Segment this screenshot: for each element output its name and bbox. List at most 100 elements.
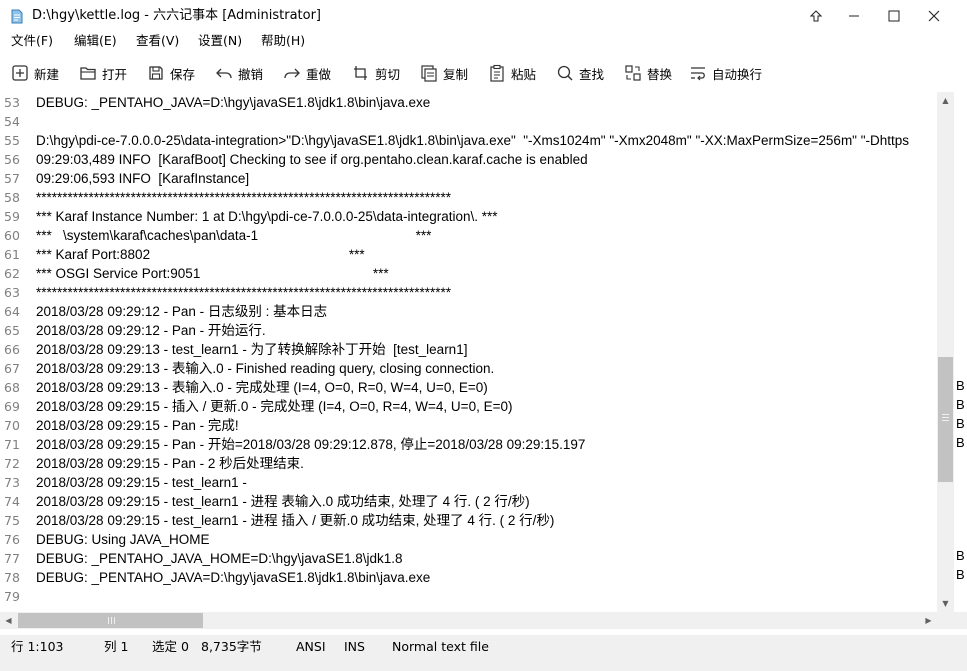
text-line[interactable]: 2018/03/28 09:29:13 - test_learn1 - 为了转换… [36, 340, 467, 359]
text-line[interactable]: ****************************************… [36, 188, 451, 207]
text-line[interactable]: 2018/03/28 09:29:15 - Pan - 完成! [36, 416, 239, 435]
copy-button[interactable]: 复制 [420, 62, 468, 84]
text-line[interactable]: *** Karaf Port:8802 *** [36, 245, 365, 264]
line-number: 77 [4, 551, 20, 566]
text-line[interactable]: 2018/03/28 09:29:15 - test_learn1 - [36, 473, 247, 492]
new-file-icon [12, 65, 28, 81]
edge-char: B [956, 435, 965, 450]
line-number: 64 [4, 304, 20, 319]
text-line[interactable]: D:\hgy\pdi-ce-7.0.0.0-25\data-integratio… [36, 131, 909, 150]
line-number: 63 [4, 285, 20, 300]
scrollbar-corner [937, 612, 967, 629]
edge-char: B [956, 378, 965, 393]
line-number: 79 [4, 589, 20, 604]
text-line[interactable]: 2018/03/28 09:29:15 - Pan - 2 秒后处理结束. [36, 454, 304, 473]
line-number-gutter: 53 54 55 56 57 58 59 60 61 62 63 64 65 66 67 68 69 70 71 72… [0, 92, 30, 610]
notepad-app-icon [11, 9, 23, 24]
save-button[interactable]: 保存 [147, 62, 195, 84]
open-button[interactable]: 打开 [79, 62, 127, 84]
redo-button[interactable]: 重做 [283, 62, 331, 84]
vertical-scrollbar[interactable]: ▲ ▼ [937, 92, 954, 612]
line-number: 59 [4, 209, 20, 224]
text-line[interactable]: ****************************************… [36, 283, 451, 302]
status-file-size: 8,735字节 [201, 639, 262, 654]
text-line[interactable]: 09:29:06,593 INFO [KarafInstance] [36, 169, 249, 188]
line-number: 65 [4, 323, 20, 338]
redo-button-label: 重做 [306, 66, 332, 82]
menu-edit[interactable]: 编辑(E) [74, 33, 117, 49]
text-line[interactable]: *** OSGI Service Port:9051 *** [36, 264, 389, 283]
scroll-up-icon[interactable]: ▲ [937, 92, 954, 109]
status-line: 行 1:103 [11, 639, 64, 654]
replace-icon [625, 65, 641, 81]
minimize-button[interactable] [834, 0, 874, 32]
line-number: 55 [4, 133, 20, 148]
new-button-label: 新建 [34, 66, 60, 82]
line-number: 71 [4, 437, 20, 452]
line-number: 53 [4, 95, 20, 110]
redo-icon [284, 68, 300, 79]
copy-icon [421, 65, 437, 82]
word-wrap-button-label: 自动换行 [712, 66, 763, 82]
adjacent-window-edge: B B B B B B [954, 92, 967, 610]
vertical-scroll-thumb[interactable] [938, 357, 953, 482]
paste-button-label: 粘贴 [511, 66, 537, 82]
text-line[interactable]: DEBUG: _PENTAHO_JAVA_HOME=D:\hgy\javaSE1… [36, 549, 403, 568]
menu-help[interactable]: 帮助(H) [261, 33, 305, 49]
edge-char: B [956, 548, 965, 563]
text-line[interactable]: *** \system\karaf\caches\pan\data-1 *** [36, 226, 431, 245]
horizontal-scrollbar[interactable]: ◀ ▶ [0, 612, 937, 629]
status-selection: 选定 0 [152, 639, 189, 654]
new-button[interactable]: 新建 [11, 62, 59, 84]
close-button[interactable] [914, 0, 954, 32]
scroll-left-icon[interactable]: ◀ [0, 612, 17, 629]
title-bar: D:\hgy\kettle.log - 六六记事本 [Administrator… [0, 0, 967, 32]
undo-button-label: 撤销 [238, 66, 264, 82]
scroll-right-icon[interactable]: ▶ [920, 612, 937, 629]
text-line[interactable]: DEBUG: _PENTAHO_JAVA=D:\hgy\javaSE1.8\jd… [36, 93, 430, 112]
replace-button[interactable]: 替换 [624, 62, 672, 84]
line-number: 74 [4, 494, 20, 509]
text-line[interactable]: DEBUG: _PENTAHO_JAVA=D:\hgy\javaSE1.8\jd… [36, 568, 430, 587]
text-line[interactable]: 2018/03/28 09:29:13 - 表输入.0 - 完成处理 (I=4,… [36, 378, 488, 397]
horizontal-scroll-thumb[interactable] [18, 613, 203, 628]
menu-bar: 文件(F) 编辑(E) 查看(V) 设置(N) 帮助(H) [0, 31, 967, 51]
maximize-button[interactable] [874, 0, 914, 32]
line-number: 76 [4, 532, 20, 547]
close-icon [928, 10, 940, 22]
text-line[interactable]: *** Karaf Instance Number: 1 at D:\hgy\p… [36, 207, 498, 226]
undo-icon [216, 68, 232, 79]
cut-button[interactable]: 剪切 [352, 62, 400, 84]
line-number: 56 [4, 152, 20, 167]
text-line[interactable]: DEBUG: Using JAVA_HOME [36, 530, 210, 549]
text-line[interactable]: 2018/03/28 09:29:15 - 插入 / 更新.0 - 完成处理 (… [36, 397, 512, 416]
text-line[interactable]: 09:29:03,489 INFO [KarafBoot] Checking t… [36, 150, 588, 169]
pin-button[interactable] [796, 0, 836, 32]
text-line[interactable]: 2018/03/28 09:29:13 - 表输入.0 - Finished r… [36, 359, 494, 378]
window-title: D:\hgy\kettle.log - 六六记事本 [Administrator… [32, 8, 322, 23]
text-line[interactable]: 2018/03/28 09:29:15 - test_learn1 - 进程 插… [36, 511, 554, 530]
line-number: 72 [4, 456, 20, 471]
line-number: 73 [4, 475, 20, 490]
status-bar: 行 1:103 列 1 选定 0 8,735字节 ANSI INS Normal… [0, 635, 967, 671]
text-line[interactable]: 2018/03/28 09:29:15 - Pan - 开始=2018/03/2… [36, 435, 585, 454]
save-button-label: 保存 [170, 66, 196, 82]
text-line[interactable]: 2018/03/28 09:29:15 - test_learn1 - 进程 表… [36, 492, 530, 511]
menu-file[interactable]: 文件(F) [11, 33, 53, 49]
toolbar: 新建 打开 保存 撤销 重做 剪切 复制 粘贴 查找 替换 自动换行 [0, 58, 967, 88]
find-button[interactable]: 查找 [556, 62, 604, 84]
text-line[interactable]: 2018/03/28 09:29:12 - Pan - 开始运行. [36, 321, 266, 340]
scroll-down-icon[interactable]: ▼ [937, 595, 954, 612]
open-button-label: 打开 [102, 66, 128, 82]
line-number: 75 [4, 513, 20, 528]
menu-settings[interactable]: 设置(N) [198, 33, 242, 49]
undo-button[interactable]: 撤销 [215, 62, 263, 84]
menu-view[interactable]: 查看(V) [136, 33, 179, 49]
text-editor[interactable]: 53 54 55 56 57 58 59 60 61 62 63 64 65 66 67 68 69 70 71 72… [0, 92, 937, 610]
line-number: 62 [4, 266, 20, 281]
word-wrap-button[interactable]: 自动换行 [689, 62, 762, 84]
paste-button[interactable]: 粘贴 [488, 62, 536, 84]
word-wrap-icon [691, 67, 705, 81]
text-line[interactable]: 2018/03/28 09:29:12 - Pan - 日志级别 : 基本日志 [36, 302, 327, 321]
text-line[interactable]: D:\hgy\pdi-ce-7.0.0.0-25\data-integratio… [36, 606, 909, 610]
